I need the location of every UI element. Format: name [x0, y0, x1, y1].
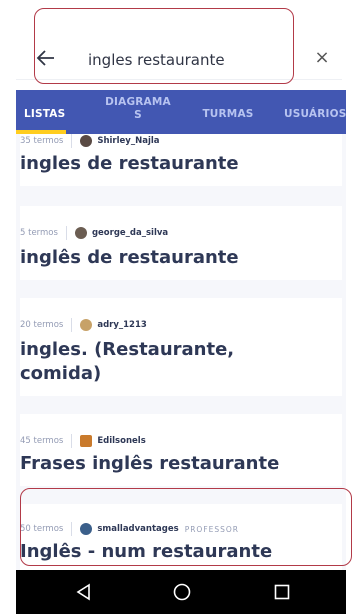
- tab-usuarios[interactable]: USUÁRIOS: [284, 108, 346, 120]
- status-area: [0, 0, 356, 38]
- username[interactable]: Shirley_Najla: [97, 136, 159, 146]
- username[interactable]: adry_1213: [97, 320, 146, 330]
- term-count: 45 termos: [20, 436, 64, 446]
- divider: [65, 226, 67, 240]
- tab-turmas[interactable]: TURMAS: [198, 108, 258, 120]
- results-list: 35 termos Shirley_Najla ingles de restau…: [16, 134, 346, 570]
- list-item[interactable]: 45 termos Edilsonels Frases inglês resta…: [20, 414, 342, 486]
- tab-bar: LISTAS DIAGRAMA S TURMAS USUÁRIOS: [16, 90, 346, 134]
- list-item-meta: 35 termos Shirley_Najla: [20, 134, 160, 148]
- tab-diagramas[interactable]: DIAGRAMA S: [98, 96, 178, 122]
- android-nav-bar: [16, 570, 346, 614]
- list-item-meta: 5 termos george_da_silva: [20, 226, 168, 240]
- list-item-meta: 45 termos Edilsonels: [20, 434, 146, 448]
- square-recents-icon[interactable]: [272, 582, 292, 602]
- term-count: 20 termos: [20, 320, 64, 330]
- avatar: [80, 135, 93, 147]
- term-count: 35 termos: [20, 136, 64, 146]
- set-title[interactable]: inglês de restaurante: [20, 246, 239, 270]
- set-title[interactable]: ingles. (Restaurante, comida): [20, 338, 250, 386]
- circle-home-icon[interactable]: [172, 582, 192, 602]
- set-title[interactable]: ingles de restaurante: [20, 152, 239, 176]
- avatar: [80, 435, 93, 447]
- list-item[interactable]: 50 termos smalladvantages PROFESSOR Ingl…: [20, 504, 342, 570]
- avatar: [80, 523, 93, 535]
- username[interactable]: Edilsonels: [97, 436, 145, 446]
- list-item-meta: 50 termos smalladvantages PROFESSOR: [20, 522, 239, 536]
- search-input[interactable]: ingles restaurante: [88, 48, 298, 72]
- triangle-back-icon[interactable]: [74, 582, 94, 602]
- arrow-left-icon[interactable]: [36, 48, 56, 68]
- set-title[interactable]: Frases inglês restaurante: [20, 452, 279, 476]
- divider: [71, 318, 73, 332]
- list-item[interactable]: 20 termos adry_1213 ingles. (Restaurante…: [20, 298, 342, 396]
- list-item-meta: 20 termos adry_1213: [20, 318, 147, 332]
- username[interactable]: george_da_silva: [92, 228, 168, 238]
- list-item[interactable]: 35 termos Shirley_Najla ingles de restau…: [20, 134, 342, 186]
- avatar: [74, 227, 87, 239]
- term-count: 50 termos: [20, 524, 64, 534]
- close-icon[interactable]: ×: [312, 48, 332, 68]
- professor-badge: PROFESSOR: [184, 524, 240, 534]
- username[interactable]: smalladvantages: [97, 524, 178, 534]
- tab-listas[interactable]: LISTAS: [24, 108, 65, 120]
- divider: [71, 134, 73, 148]
- set-title[interactable]: Inglês - num restaurante: [20, 540, 272, 564]
- avatar: [80, 319, 93, 331]
- term-count: 5 termos: [20, 228, 58, 238]
- divider: [71, 434, 73, 448]
- divider: [71, 522, 73, 536]
- search-bar: ingles restaurante ×: [16, 38, 342, 80]
- list-item[interactable]: 5 termos george_da_silva inglês de resta…: [20, 206, 342, 280]
